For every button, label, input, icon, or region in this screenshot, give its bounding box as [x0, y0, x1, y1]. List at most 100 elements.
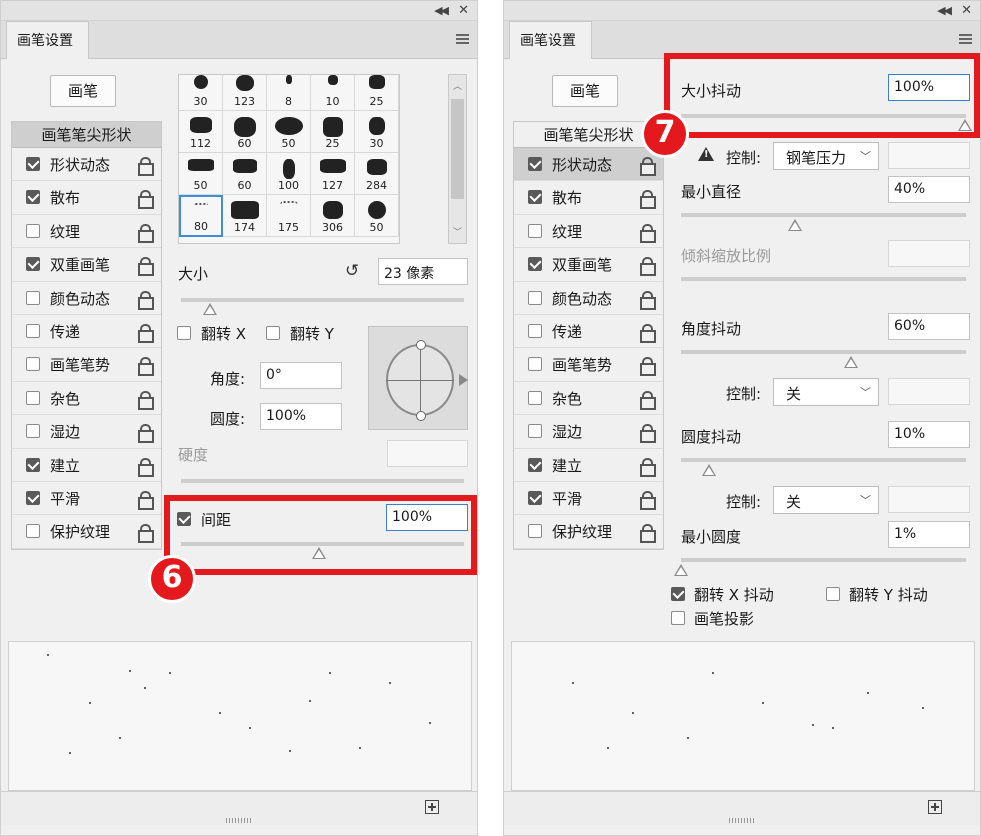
brush-tip[interactable]: 127: [311, 153, 355, 195]
sidebar-item[interactable]: 传递: [514, 315, 663, 349]
sidebar-item[interactable]: 保护纹理: [514, 515, 663, 549]
lock-icon[interactable]: [137, 290, 154, 310]
sidebar-item-checkbox[interactable]: [528, 490, 542, 505]
new-brush-icon[interactable]: [425, 800, 439, 814]
lock-icon[interactable]: [639, 390, 656, 410]
sidebar-item[interactable]: 杂色: [12, 382, 161, 416]
collapse-icon[interactable]: ◀◀: [434, 4, 449, 17]
roundness-jitter-input[interactable]: 10%: [888, 421, 970, 448]
brush-tip[interactable]: 8: [267, 75, 311, 111]
angle-jitter-slider-track[interactable]: [681, 350, 966, 354]
brush-tip[interactable]: 50: [355, 195, 399, 237]
flip-y-checkbox[interactable]: [266, 326, 280, 340]
tab-brush-settings[interactable]: 画笔设置: [6, 21, 89, 59]
min-roundness-slider-track[interactable]: [681, 558, 966, 562]
tab-brush-settings[interactable]: 画笔设置: [509, 21, 592, 59]
brush-tip[interactable]: 30: [179, 75, 223, 111]
sidebar-item[interactable]: 湿边: [514, 415, 663, 449]
sidebar-item-checkbox[interactable]: [26, 190, 40, 205]
roundness-jitter-slider-track[interactable]: [681, 458, 966, 462]
sidebar-item[interactable]: 传递: [12, 315, 161, 349]
lock-icon[interactable]: [137, 424, 154, 444]
lock-icon[interactable]: [137, 157, 154, 176]
sidebar-item-checkbox[interactable]: [26, 257, 40, 272]
min-roundness-input[interactable]: 1%: [888, 521, 970, 548]
sidebar-item-checkbox[interactable]: [528, 190, 542, 205]
lock-icon[interactable]: [639, 223, 656, 243]
lock-icon[interactable]: [137, 223, 154, 243]
sidebar-item-checkbox[interactable]: [26, 390, 40, 405]
brush-tip[interactable]: 50: [179, 153, 223, 195]
lock-icon[interactable]: [137, 524, 154, 544]
brush-tip[interactable]: 50: [267, 111, 311, 153]
resize-grip-icon[interactable]: [729, 818, 755, 823]
sidebar-item-checkbox[interactable]: [26, 290, 40, 305]
brush-tip[interactable]: 10: [311, 75, 355, 111]
lock-icon[interactable]: [639, 157, 656, 176]
flip-x-jitter-checkbox[interactable]: [671, 587, 685, 601]
roundness-input[interactable]: 100%: [260, 403, 342, 430]
sidebar-item-checkbox[interactable]: [26, 424, 40, 439]
sidebar-item[interactable]: 画笔笔势: [12, 348, 161, 382]
sidebar-item[interactable]: 颜色动态: [514, 282, 663, 315]
sidebar-item-checkbox[interactable]: [26, 157, 40, 171]
min-diameter-slider-handle[interactable]: [788, 219, 802, 231]
sidebar-item-checkbox[interactable]: [528, 290, 542, 305]
angle-jitter-slider-handle[interactable]: [844, 356, 858, 368]
roundness-handle-bottom[interactable]: [416, 411, 426, 421]
resize-grip-icon[interactable]: [226, 818, 252, 823]
lock-icon[interactable]: [639, 424, 656, 444]
sidebar-item-checkbox[interactable]: [26, 223, 40, 238]
sidebar-item[interactable]: 散布: [514, 181, 663, 215]
scroll-up-icon[interactable]: ︿: [453, 79, 462, 92]
brushes-button[interactable]: 画笔: [552, 75, 618, 107]
brush-tip[interactable]: 174: [223, 195, 267, 237]
sidebar-item[interactable]: 纹理: [514, 215, 663, 249]
sidebar-item-checkbox[interactable]: [528, 457, 542, 472]
sidebar-item-checkbox[interactable]: [26, 323, 40, 338]
lock-icon[interactable]: [137, 257, 154, 277]
control-select-1[interactable]: 钢笔压力 ﹀: [773, 142, 879, 170]
scroll-down-icon[interactable]: ﹀: [453, 225, 462, 238]
lock-icon[interactable]: [137, 390, 154, 410]
sidebar-item[interactable]: 双重画笔: [514, 248, 663, 282]
angle-jitter-input[interactable]: 60%: [888, 313, 970, 340]
scrollbar-thumb[interactable]: [451, 99, 464, 199]
sidebar-item-checkbox[interactable]: [528, 390, 542, 405]
sidebar-item[interactable]: 散布: [12, 181, 161, 215]
brush-tip[interactable]: 123: [223, 75, 267, 111]
brush-tip[interactable]: 175: [267, 195, 311, 237]
lock-icon[interactable]: [639, 257, 656, 277]
roundness-handle-top[interactable]: [416, 340, 426, 350]
brush-tip[interactable]: 100: [267, 153, 311, 195]
lock-icon[interactable]: [639, 357, 656, 377]
sidebar-item-checkbox[interactable]: [528, 424, 542, 439]
brush-tip[interactable]: 60: [223, 153, 267, 195]
close-icon[interactable]: ✕: [961, 3, 972, 18]
sidebar-item[interactable]: 形状动态: [514, 148, 663, 182]
lock-icon[interactable]: [639, 524, 656, 544]
collapse-icon[interactable]: ◀◀: [937, 4, 952, 17]
angle-arrow-icon[interactable]: [459, 374, 468, 386]
new-brush-icon[interactable]: [928, 800, 942, 814]
sidebar-item[interactable]: 颜色动态: [12, 282, 161, 315]
sidebar-item[interactable]: 建立: [514, 449, 663, 482]
lock-icon[interactable]: [639, 457, 656, 477]
sidebar-item-checkbox[interactable]: [528, 323, 542, 338]
lock-icon[interactable]: [137, 357, 154, 377]
sidebar-item[interactable]: 杂色: [514, 382, 663, 416]
sidebar-item-checkbox[interactable]: [528, 157, 542, 171]
sidebar-item[interactable]: 画笔笔势: [514, 348, 663, 382]
lock-icon[interactable]: [639, 323, 656, 343]
sidebar-item[interactable]: 平滑: [514, 482, 663, 516]
sidebar-item[interactable]: 保护纹理: [12, 515, 161, 549]
sidebar-item[interactable]: 纹理: [12, 215, 161, 249]
sidebar-item[interactable]: 平滑: [12, 482, 161, 516]
brush-tip[interactable]: 306: [311, 195, 355, 237]
min-diameter-slider-track[interactable]: [681, 213, 966, 217]
lock-icon[interactable]: [639, 290, 656, 310]
control-select-2[interactable]: 关 ﹀: [773, 378, 879, 406]
brush-tip[interactable]: 25: [355, 75, 399, 111]
sidebar-item-checkbox[interactable]: [528, 223, 542, 238]
angle-roundness-widget[interactable]: [368, 326, 468, 430]
